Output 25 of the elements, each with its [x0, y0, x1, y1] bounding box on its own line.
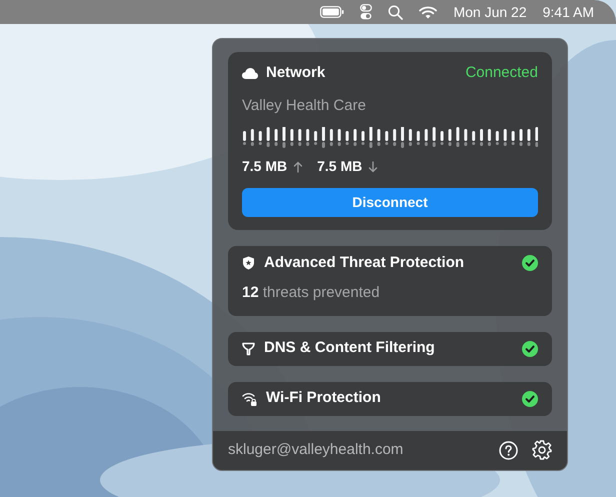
- down-arrow-icon: [368, 160, 378, 172]
- funnel-icon: [242, 342, 255, 356]
- battery-icon[interactable]: [320, 6, 344, 18]
- connection-status: Connected: [465, 63, 538, 83]
- menu-bar-time[interactable]: 9:41 AM: [542, 2, 594, 22]
- upload-amount: 7.5 MB: [242, 157, 288, 176]
- account-email: skluger@valleyhealth.com: [228, 440, 404, 460]
- wifi-icon[interactable]: [419, 6, 438, 18]
- search-icon[interactable]: [388, 4, 404, 20]
- up-arrow-icon: [293, 160, 304, 172]
- network-title: Network: [266, 63, 326, 83]
- download-amount: 7.5 MB: [317, 157, 362, 176]
- help-icon[interactable]: [499, 440, 518, 460]
- settings-icon[interactable]: [532, 440, 552, 460]
- feature-detail: 12 threats prevented: [242, 283, 381, 303]
- menu-bar-date[interactable]: Mon Jun 22: [453, 2, 527, 22]
- wifi-lock-icon: [242, 391, 257, 406]
- toggle-icon[interactable]: [360, 4, 372, 20]
- feature-title: Advanced Threat Protection: [264, 252, 464, 273]
- cloud-icon: [242, 68, 258, 79]
- feature-title: DNS & Content Filtering: [264, 338, 435, 358]
- disconnect-button[interactable]: Disconnect: [242, 188, 538, 217]
- feature-title: Wi-Fi Protection: [266, 388, 381, 408]
- shield-icon: [242, 256, 255, 270]
- network-name: Valley Health Care: [242, 96, 367, 116]
